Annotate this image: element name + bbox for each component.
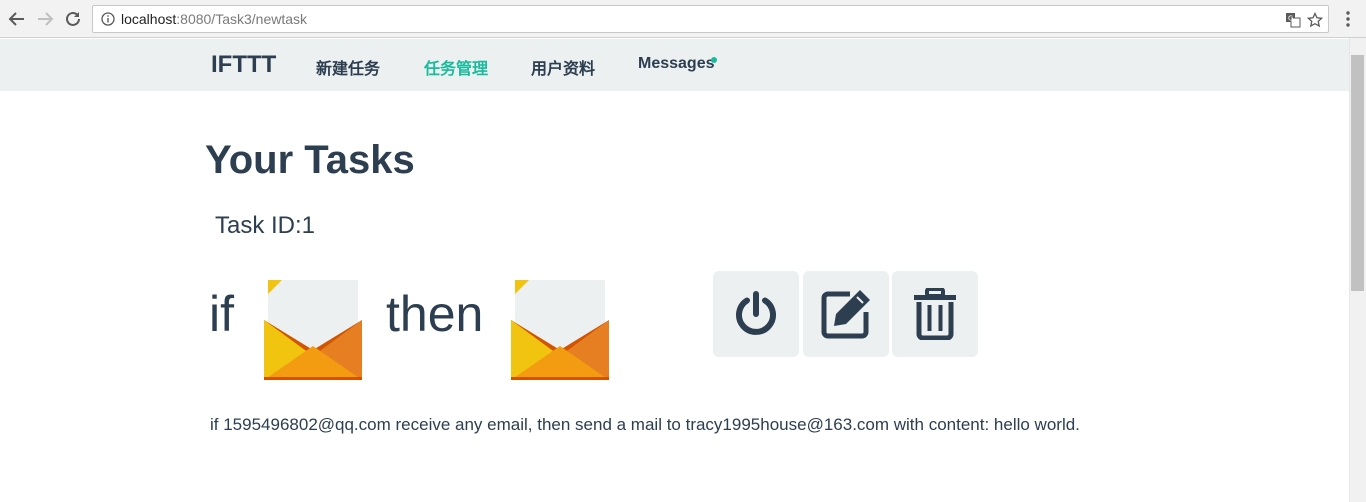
url-text: localhost:8080/Task3/newtask (121, 11, 307, 27)
mail-envelope-icon (264, 280, 362, 380)
then-keyword: then (386, 286, 484, 342)
back-button[interactable] (6, 8, 28, 30)
power-button[interactable] (713, 271, 799, 357)
edit-button[interactable] (803, 271, 889, 357)
address-bar[interactable]: localhost:8080/Task3/newtask G (92, 5, 1329, 33)
message-notification-dot (711, 57, 717, 63)
nav-user-profile[interactable]: 用户资料 (531, 55, 595, 79)
edit-icon (821, 290, 870, 339)
brand-logo[interactable]: IFTTT (211, 51, 276, 79)
arrow-left-icon (8, 12, 24, 26)
trash-icon (914, 288, 956, 340)
task-description: if 1595496802@qq.com receive any email, … (210, 415, 1080, 434)
browser-toolbar: localhost:8080/Task3/newtask G (0, 0, 1366, 38)
info-icon (101, 12, 115, 26)
reload-button[interactable] (62, 8, 84, 30)
translate-icon[interactable]: G (1285, 12, 1301, 28)
nav-task-management[interactable]: 任务管理 (424, 55, 488, 79)
if-keyword: if (209, 286, 234, 342)
power-icon (736, 291, 776, 335)
app-navbar: IFTTT 新建任务 任务管理 用户资料 Messages (0, 39, 1349, 91)
nav-new-task[interactable]: 新建任务 (316, 55, 380, 79)
url-host: localhost (121, 11, 177, 27)
bookmark-star-icon[interactable] (1307, 12, 1323, 28)
delete-button[interactable] (892, 271, 978, 357)
arrow-right-icon (38, 12, 54, 26)
forward-button[interactable] (34, 8, 56, 30)
more-menu-icon[interactable] (1340, 10, 1356, 28)
scrollbar-thumb[interactable] (1351, 55, 1364, 291)
mail-envelope-icon (511, 280, 609, 380)
page-title: Your Tasks (205, 138, 415, 182)
nav-messages[interactable]: Messages (638, 55, 715, 73)
url-path: :8080/Task3/newtask (176, 11, 308, 27)
svg-text:G: G (1288, 15, 1293, 23)
task-id-label: Task ID:1 (215, 212, 316, 239)
reload-icon (66, 11, 80, 26)
